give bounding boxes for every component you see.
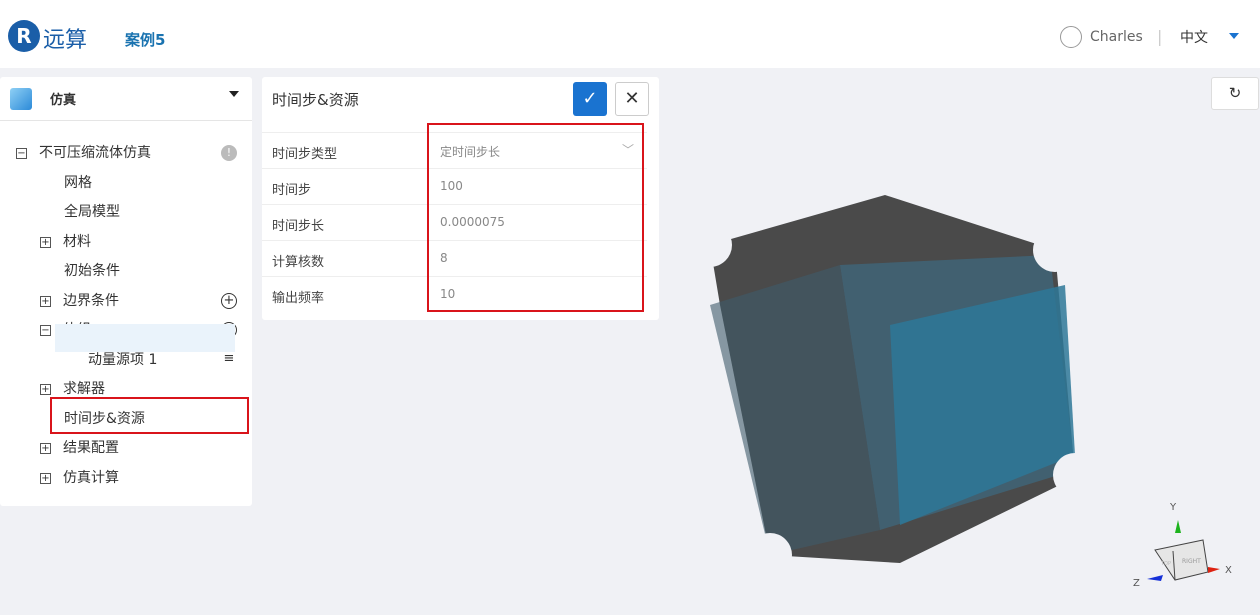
minus-expander-icon[interactable]: −: [16, 148, 27, 159]
user-name: Charles: [1090, 29, 1143, 45]
divider: |: [1157, 27, 1163, 46]
chevron-down-icon[interactable]: [1229, 33, 1239, 39]
top-bar: R 远算 案例5 Charles | 中文: [0, 0, 1260, 68]
axis-gizmo[interactable]: Y RIGHT TOP X Z: [1125, 495, 1255, 610]
minus-expander-icon[interactable]: −: [40, 325, 51, 336]
dialog-title: 时间步&资源: [272, 91, 359, 109]
plus-expander-icon[interactable]: +: [40, 384, 51, 395]
caret-down-icon[interactable]: [229, 91, 239, 97]
close-button[interactable]: ✕: [615, 82, 649, 116]
plus-expander-icon[interactable]: +: [40, 443, 51, 454]
field-label: 计算核数: [272, 255, 325, 270]
confirm-button[interactable]: ✓: [573, 82, 607, 116]
x-axis-arrow: [1208, 567, 1220, 573]
plus-expander-icon[interactable]: +: [40, 295, 51, 307]
axis-x-label: X: [1225, 565, 1232, 576]
tree-item[interactable]: 材料: [63, 230, 91, 254]
highlight-box: [50, 397, 249, 434]
panel-header[interactable]: 仿真: [0, 77, 252, 121]
cube-face-top: TOP: [1160, 561, 1171, 567]
tree-item[interactable]: 边界条件: [63, 289, 119, 313]
field-label: 输出频率: [272, 291, 325, 306]
case-name: 案例5: [125, 31, 166, 49]
reset-view-button[interactable]: ↻: [1211, 77, 1259, 110]
add-icon[interactable]: +: [221, 292, 237, 309]
menu-icon[interactable]: ≡: [221, 352, 237, 368]
tree-item[interactable]: 不可压缩流体仿真: [39, 141, 151, 165]
z-axis-arrow: [1147, 575, 1163, 581]
logo-text: 远算: [43, 28, 88, 53]
highlight-box: [427, 123, 644, 312]
language-select[interactable]: 中文: [1180, 27, 1208, 47]
field-label: 时间步长: [272, 219, 325, 234]
user-menu[interactable]: Charles: [1060, 26, 1143, 48]
tree-item[interactable]: 初始条件: [64, 259, 120, 283]
3d-model-viewport[interactable]: [680, 185, 1120, 575]
user-icon: [1060, 26, 1082, 48]
plus-expander-icon[interactable]: +: [40, 236, 51, 248]
tree-item[interactable]: 全局模型: [64, 200, 120, 224]
cube-face-right: RIGHT: [1182, 558, 1201, 565]
axis-y-label: Y: [1169, 502, 1177, 513]
selected-highlight: [55, 324, 235, 352]
plus-expander-icon[interactable]: +: [40, 472, 51, 484]
cube-icon: [10, 87, 32, 110]
warning-icon: !: [221, 145, 237, 161]
field-label: 时间步类型: [272, 147, 338, 162]
axis-z-label: Z: [1133, 578, 1140, 589]
y-axis-arrow: [1175, 520, 1181, 533]
tree-item[interactable]: 仿真计算: [63, 466, 119, 490]
logo: R: [8, 20, 40, 52]
tree-item[interactable]: 网格: [64, 171, 92, 195]
panel-title: 仿真: [50, 93, 77, 108]
tree-item[interactable]: 结果配置: [63, 436, 119, 460]
field-label: 时间步: [272, 183, 312, 198]
